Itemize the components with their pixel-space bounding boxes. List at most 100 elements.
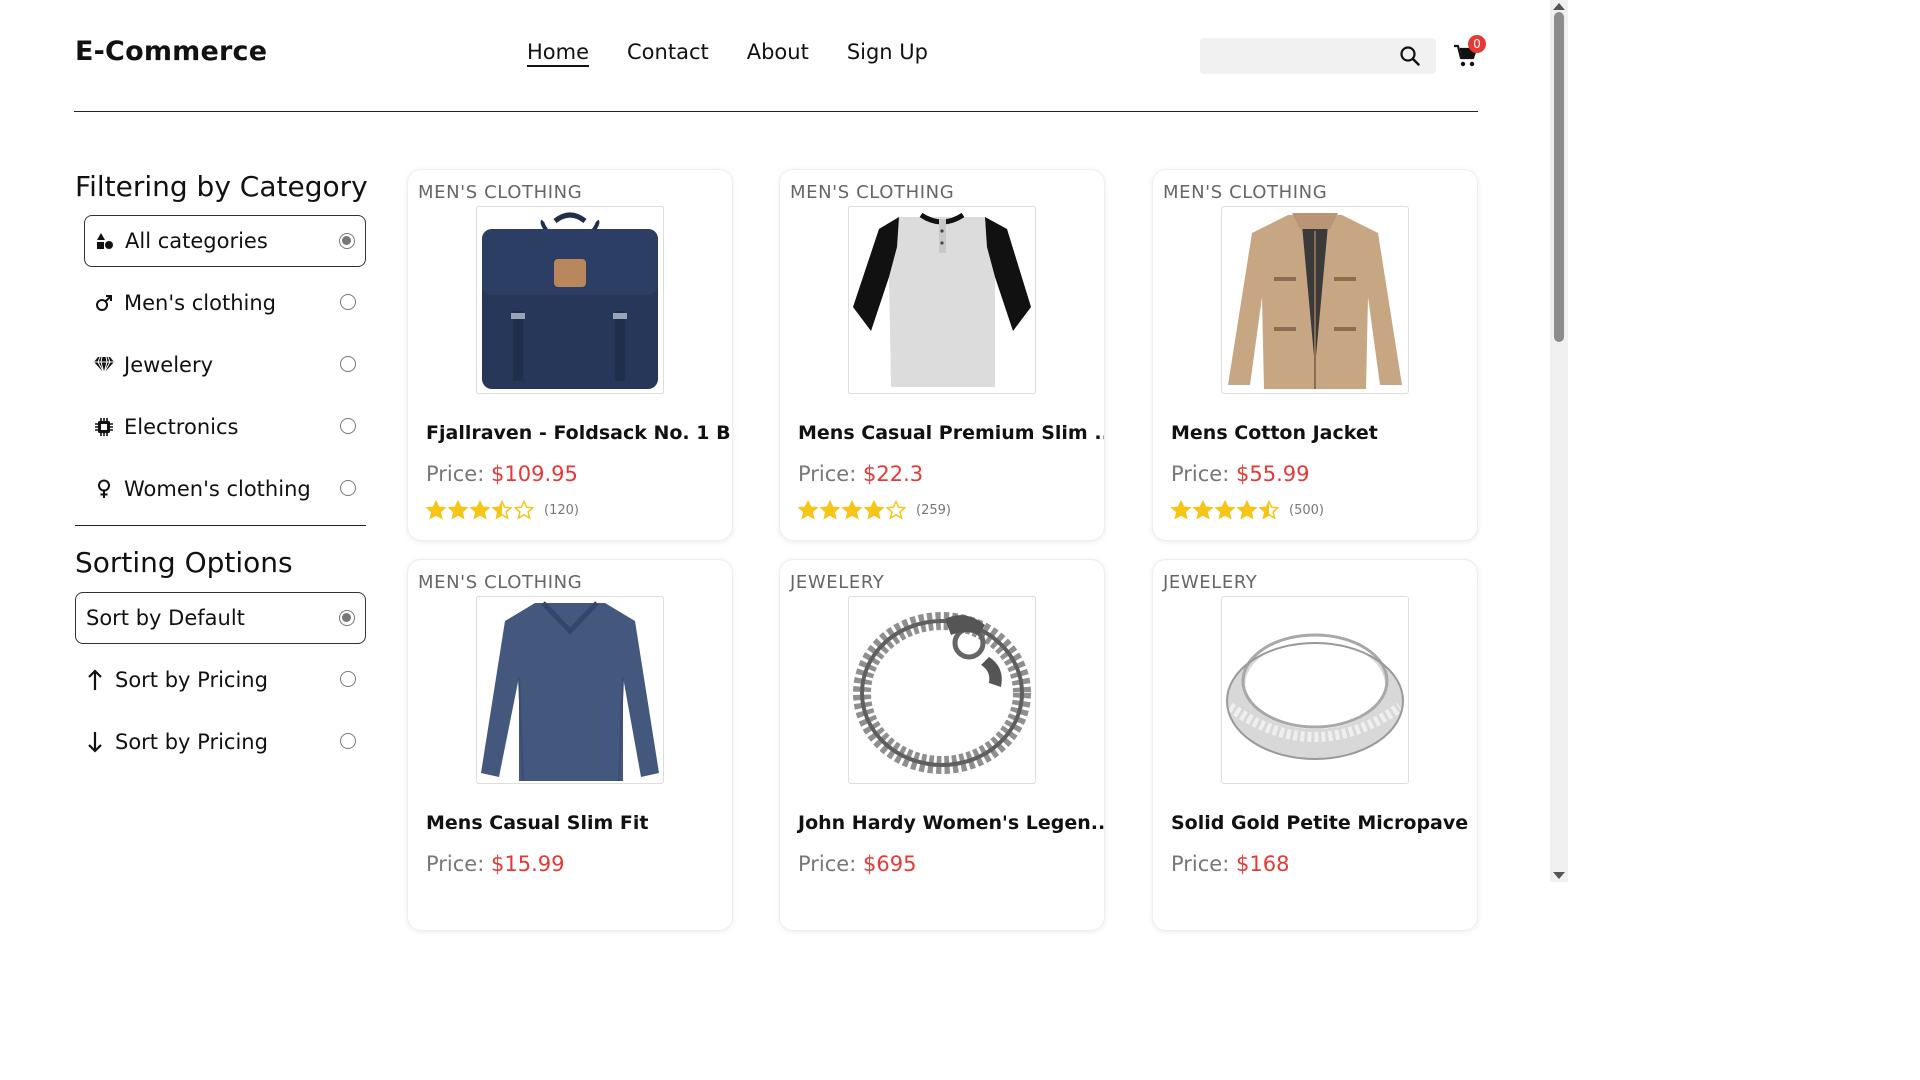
star-icon: [1259, 500, 1279, 520]
product-price: Price: $22.3: [798, 462, 923, 486]
price-value: $15.99: [491, 852, 565, 876]
scroll-up-arrow[interactable]: [1553, 3, 1565, 10]
star-icon: [886, 500, 906, 520]
product-title[interactable]: Fjallraven - Foldsack No. 1 B...: [426, 422, 732, 444]
price-value: $168: [1236, 852, 1290, 876]
price-label: Price:: [798, 852, 857, 876]
product-title[interactable]: John Hardy Women's Legen...: [798, 812, 1104, 834]
category-label: Women's clothing: [124, 477, 311, 501]
category-jewelery[interactable]: Jewelery: [84, 339, 366, 391]
star-icon: [492, 500, 512, 520]
star-icon: [798, 500, 818, 520]
product-image-backpack[interactable]: [476, 206, 664, 394]
rating-count: (120): [544, 502, 579, 518]
star-icon: [448, 500, 468, 520]
gem-icon: [94, 355, 114, 375]
page-scrollbar[interactable]: [1550, 0, 1568, 882]
product-title[interactable]: Mens Cotton Jacket: [1171, 422, 1378, 444]
product-title[interactable]: Solid Gold Petite Micropave: [1171, 812, 1468, 834]
scroll-down-arrow[interactable]: [1553, 872, 1565, 879]
product-image-longsleeve[interactable]: [476, 596, 664, 784]
header-divider: [74, 111, 1478, 112]
search-icon[interactable]: [1400, 46, 1420, 70]
category-radio[interactable]: [339, 233, 355, 249]
sort-label: Sort by Pricing: [115, 668, 268, 692]
scroll-thumb[interactable]: [1554, 12, 1564, 342]
sort-radio[interactable]: [340, 733, 356, 749]
product-card[interactable]: JEWELERY Solid Gold Petite Micropave Pri…: [1152, 559, 1478, 931]
nav-signup[interactable]: Sign Up: [847, 40, 928, 64]
category-label: Jewelery: [124, 353, 214, 377]
category-womens[interactable]: Women's clothing: [84, 463, 366, 515]
category-mens[interactable]: Men's clothing: [84, 277, 366, 329]
search-box: [1200, 38, 1436, 76]
product-price: Price: $695: [798, 852, 916, 876]
rating-count: (500): [1289, 502, 1324, 518]
product-title[interactable]: Mens Casual Slim Fit: [426, 812, 649, 834]
product-category: MEN'S CLOTHING: [790, 182, 955, 203]
product-price: Price: $109.95: [426, 462, 578, 486]
product-card[interactable]: MEN'S CLOTHING Fjallraven - Foldsack No.…: [407, 169, 733, 541]
star-rating: [426, 500, 534, 520]
star-icon: [820, 500, 840, 520]
price-label: Price:: [426, 462, 485, 486]
product-category: MEN'S CLOTHING: [1163, 182, 1328, 203]
product-card[interactable]: JEWELERY John Hardy Women's Legen... Pri…: [779, 559, 1105, 931]
nav-about[interactable]: About: [747, 40, 809, 64]
star-rating: [1171, 500, 1279, 520]
male-icon: [94, 293, 114, 313]
product-image-bracelet[interactable]: [848, 596, 1036, 784]
category-radio[interactable]: [340, 356, 356, 372]
product-category: MEN'S CLOTHING: [418, 182, 583, 203]
product-card[interactable]: MEN'S CLOTHING Mens Casual Slim Fit Pric…: [407, 559, 733, 931]
category-all[interactable]: All categories: [84, 215, 366, 267]
price-value: $695: [863, 852, 917, 876]
product-price: Price: $15.99: [426, 852, 564, 876]
star-rating: [798, 500, 906, 520]
nav-home[interactable]: Home: [527, 40, 589, 64]
product-price: Price: $55.99: [1171, 462, 1309, 486]
product-title[interactable]: Mens Casual Premium Slim ...: [798, 422, 1104, 444]
product-card[interactable]: MEN'S CLOTHING Mens Cotton Jacket Price:…: [1152, 169, 1478, 541]
arrow-up-icon: [85, 669, 105, 690]
sort-title: Sorting Options: [75, 546, 293, 579]
filter-title: Filtering by Category: [75, 170, 368, 203]
sort-price-asc[interactable]: Sort by Pricing: [75, 654, 366, 706]
product-image-ring[interactable]: [1221, 596, 1409, 784]
cart-count-badge: 0: [1468, 35, 1486, 53]
search-input[interactable]: [1200, 38, 1399, 76]
product-rating: (259): [798, 500, 951, 520]
sidebar-divider: [75, 525, 366, 526]
product-image-jacket[interactable]: [1221, 206, 1409, 394]
shapes-icon: [95, 231, 115, 251]
product-category: JEWELERY: [1163, 572, 1258, 593]
nav-contact[interactable]: Contact: [627, 40, 709, 64]
star-icon: [842, 500, 862, 520]
sort-default[interactable]: Sort by Default: [75, 592, 366, 644]
star-icon: [864, 500, 884, 520]
price-label: Price:: [426, 852, 485, 876]
sort-radio[interactable]: [340, 671, 356, 687]
sort-label: Sort by Pricing: [115, 730, 268, 754]
sort-price-desc[interactable]: Sort by Pricing: [75, 716, 366, 768]
sort-label: Sort by Default: [86, 606, 245, 630]
star-icon: [1237, 500, 1257, 520]
star-icon: [1215, 500, 1235, 520]
star-icon: [470, 500, 490, 520]
star-icon: [426, 500, 446, 520]
arrow-down-icon: [85, 732, 105, 753]
price-label: Price:: [798, 462, 857, 486]
price-label: Price:: [1171, 462, 1230, 486]
brand-logo[interactable]: E-Commerce: [75, 36, 267, 67]
product-image-tshirt[interactable]: [848, 206, 1036, 394]
category-radio[interactable]: [340, 418, 356, 434]
chip-icon: [94, 417, 114, 437]
rating-count: (259): [916, 502, 951, 518]
product-card[interactable]: MEN'S CLOTHING Mens Casual Premium Slim …: [779, 169, 1105, 541]
star-icon: [1193, 500, 1213, 520]
category-radio[interactable]: [340, 480, 356, 496]
sort-radio[interactable]: [339, 610, 355, 626]
category-radio[interactable]: [340, 294, 356, 310]
category-electronics[interactable]: Electronics: [84, 401, 366, 453]
main-nav: Home Contact About Sign Up: [527, 40, 928, 64]
